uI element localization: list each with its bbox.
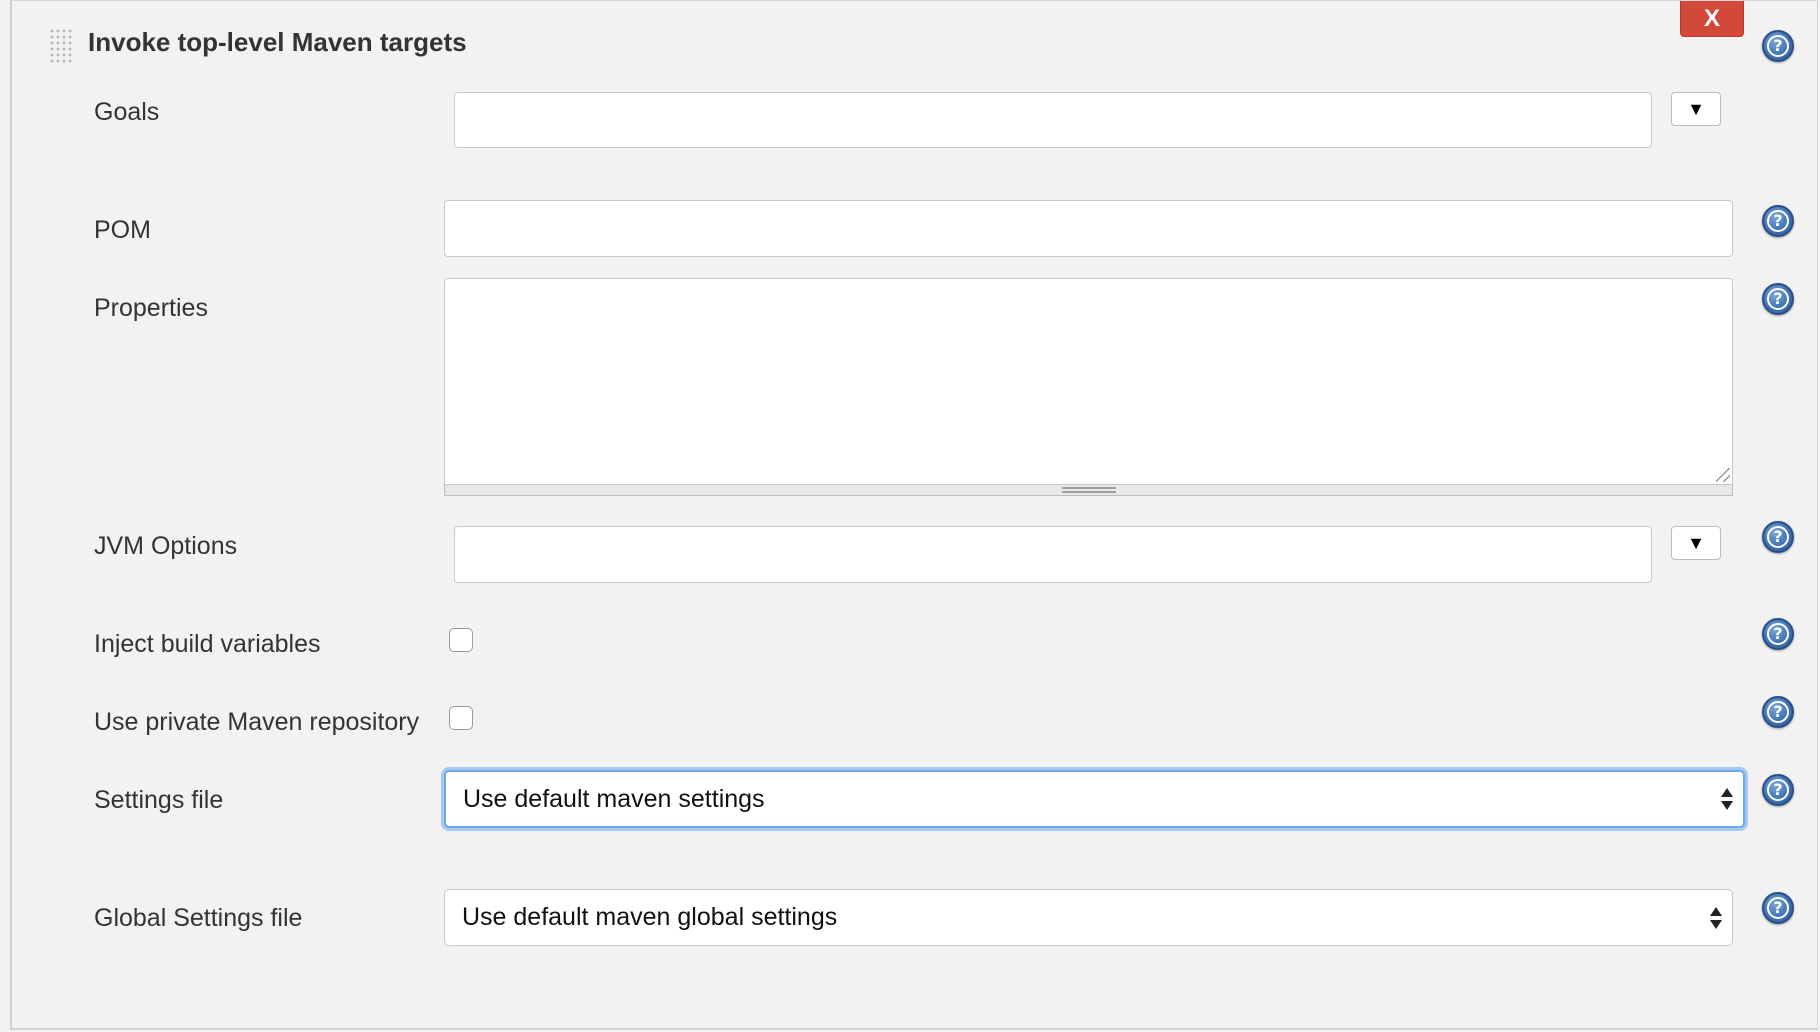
select-arrows-icon <box>1710 906 1722 930</box>
help-icon[interactable]: ? <box>1762 30 1794 62</box>
help-icon[interactable]: ? <box>1762 205 1794 237</box>
help-icon[interactable]: ? <box>1762 696 1794 728</box>
drag-handle-icon[interactable] <box>49 28 73 64</box>
goals-input[interactable] <box>454 92 1652 148</box>
inject-build-variables-label: Inject build variables <box>94 630 321 658</box>
properties-textarea[interactable] <box>444 278 1733 485</box>
help-icon[interactable]: ? <box>1762 618 1794 650</box>
jvm-options-label: JVM Options <box>94 532 238 560</box>
grip-lines-icon <box>1062 487 1116 493</box>
help-icon[interactable]: ? <box>1762 521 1794 553</box>
triangle-down-icon: ▼ <box>1687 98 1705 119</box>
help-icon[interactable]: ? <box>1762 283 1794 315</box>
use-private-repo-label: Use private Maven repository <box>94 708 420 736</box>
select-arrows-icon <box>1721 787 1733 811</box>
jvm-options-input[interactable] <box>454 526 1652 583</box>
triangle-down-icon: ▼ <box>1687 532 1705 553</box>
maven-build-step-panel: Invoke top-level Maven targets X ? Goals… <box>10 0 1818 1030</box>
delete-step-button[interactable]: X <box>1680 1 1744 37</box>
settings-file-select[interactable]: Use default maven settings <box>444 770 1745 828</box>
pom-label: POM <box>94 216 151 244</box>
jvm-options-dropdown-button[interactable]: ▼ <box>1671 526 1721 560</box>
global-settings-file-select[interactable]: Use default maven global settings <box>444 889 1733 946</box>
goals-label: Goals <box>94 98 160 126</box>
resize-grip-icon[interactable] <box>1716 468 1730 482</box>
help-icon[interactable]: ? <box>1762 774 1794 806</box>
help-icon[interactable]: ? <box>1762 892 1794 924</box>
textarea-resize-bar[interactable] <box>444 485 1733 496</box>
properties-label: Properties <box>94 294 208 322</box>
settings-file-label: Settings file <box>94 786 224 814</box>
global-settings-file-selected: Use default maven global settings <box>462 903 838 931</box>
inject-build-variables-checkbox[interactable] <box>449 628 473 652</box>
pom-input[interactable] <box>444 200 1733 257</box>
goals-dropdown-button[interactable]: ▼ <box>1671 92 1721 126</box>
section-title: Invoke top-level Maven targets <box>88 27 467 57</box>
use-private-repo-checkbox[interactable] <box>449 706 473 730</box>
global-settings-file-label: Global Settings file <box>94 904 303 932</box>
settings-file-selected: Use default maven settings <box>463 784 765 813</box>
